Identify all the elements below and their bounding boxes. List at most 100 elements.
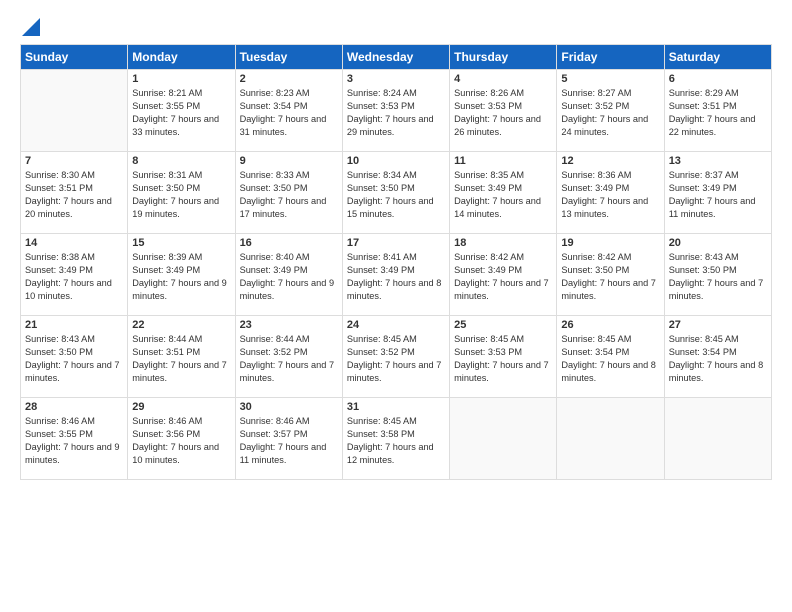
calendar-header-friday: Friday <box>557 45 664 70</box>
calendar-week-2: 14 Sunrise: 8:38 AM Sunset: 3:49 PM Dayli… <box>21 234 772 316</box>
calendar-cell: 21 Sunrise: 8:43 AM Sunset: 3:50 PM Dayli… <box>21 316 128 398</box>
day-info: Sunrise: 8:45 AM Sunset: 3:58 PM Dayligh… <box>347 415 445 467</box>
calendar-cell: 28 Sunrise: 8:46 AM Sunset: 3:55 PM Dayli… <box>21 398 128 480</box>
day-number: 31 <box>347 401 445 413</box>
day-info: Sunrise: 8:45 AM Sunset: 3:54 PM Dayligh… <box>669 333 767 385</box>
day-number: 8 <box>132 155 230 167</box>
calendar-week-1: 7Sunrise: 8:30 AM Sunset: 3:51 PM Daylig… <box>21 152 772 234</box>
day-info: Sunrise: 8:23 AM Sunset: 3:54 PM Dayligh… <box>240 87 338 139</box>
day-info: Sunrise: 8:33 AM Sunset: 3:50 PM Dayligh… <box>240 169 338 221</box>
calendar-cell: 25 Sunrise: 8:45 AM Sunset: 3:53 PM Dayli… <box>450 316 557 398</box>
calendar-cell <box>450 398 557 480</box>
calendar-cell: 24Sunrise: 8:45 AM Sunset: 3:52 PM Dayli… <box>342 316 449 398</box>
day-number: 25 <box>454 319 552 331</box>
calendar-cell: 5 Sunrise: 8:27 AM Sunset: 3:52 PM Daylig… <box>557 70 664 152</box>
day-info: Sunrise: 8:37 AM Sunset: 3:49 PM Dayligh… <box>669 169 767 221</box>
calendar-header-tuesday: Tuesday <box>235 45 342 70</box>
calendar-table: SundayMondayTuesdayWednesdayThursdayFrid… <box>20 44 772 480</box>
calendar-cell: 8 Sunrise: 8:31 AM Sunset: 3:50 PM Daylig… <box>128 152 235 234</box>
day-number: 18 <box>454 237 552 249</box>
calendar-cell: 20 Sunrise: 8:43 AM Sunset: 3:50 PM Dayli… <box>664 234 771 316</box>
day-info: Sunrise: 8:46 AM Sunset: 3:56 PM Dayligh… <box>132 415 230 467</box>
calendar-week-4: 28 Sunrise: 8:46 AM Sunset: 3:55 PM Dayli… <box>21 398 772 480</box>
calendar-header-sunday: Sunday <box>21 45 128 70</box>
day-info: Sunrise: 8:43 AM Sunset: 3:50 PM Dayligh… <box>669 251 767 303</box>
day-number: 11 <box>454 155 552 167</box>
calendar-cell: 10 Sunrise: 8:34 AM Sunset: 3:50 PM Dayli… <box>342 152 449 234</box>
day-info: Sunrise: 8:24 AM Sunset: 3:53 PM Dayligh… <box>347 87 445 139</box>
day-number: 12 <box>561 155 659 167</box>
day-number: 17 <box>347 237 445 249</box>
day-number: 9 <box>240 155 338 167</box>
day-number: 3 <box>347 73 445 85</box>
day-info: Sunrise: 8:38 AM Sunset: 3:49 PM Dayligh… <box>25 251 123 303</box>
day-info: Sunrise: 8:45 AM Sunset: 3:53 PM Dayligh… <box>454 333 552 385</box>
page: SundayMondayTuesdayWednesdayThursdayFrid… <box>0 0 792 612</box>
day-number: 10 <box>347 155 445 167</box>
day-info: Sunrise: 8:43 AM Sunset: 3:50 PM Dayligh… <box>25 333 123 385</box>
day-info: Sunrise: 8:36 AM Sunset: 3:49 PM Dayligh… <box>561 169 659 221</box>
day-number: 28 <box>25 401 123 413</box>
calendar-cell: 18 Sunrise: 8:42 AM Sunset: 3:49 PM Dayli… <box>450 234 557 316</box>
day-number: 2 <box>240 73 338 85</box>
calendar-cell: 16 Sunrise: 8:40 AM Sunset: 3:49 PM Dayli… <box>235 234 342 316</box>
day-info: Sunrise: 8:31 AM Sunset: 3:50 PM Dayligh… <box>132 169 230 221</box>
calendar-cell: 3 Sunrise: 8:24 AM Sunset: 3:53 PM Daylig… <box>342 70 449 152</box>
day-number: 30 <box>240 401 338 413</box>
day-info: Sunrise: 8:27 AM Sunset: 3:52 PM Dayligh… <box>561 87 659 139</box>
calendar-cell: 29 Sunrise: 8:46 AM Sunset: 3:56 PM Dayli… <box>128 398 235 480</box>
day-info: Sunrise: 8:42 AM Sunset: 3:50 PM Dayligh… <box>561 251 659 303</box>
day-info: Sunrise: 8:42 AM Sunset: 3:49 PM Dayligh… <box>454 251 552 303</box>
calendar-cell: 12 Sunrise: 8:36 AM Sunset: 3:49 PM Dayli… <box>557 152 664 234</box>
day-number: 20 <box>669 237 767 249</box>
calendar-header-saturday: Saturday <box>664 45 771 70</box>
day-info: Sunrise: 8:29 AM Sunset: 3:51 PM Dayligh… <box>669 87 767 139</box>
day-number: 24 <box>347 319 445 331</box>
calendar-cell: 30 Sunrise: 8:46 AM Sunset: 3:57 PM Dayli… <box>235 398 342 480</box>
calendar-cell: 1 Sunrise: 8:21 AM Sunset: 3:55 PM Daylig… <box>128 70 235 152</box>
calendar-cell <box>664 398 771 480</box>
day-number: 14 <box>25 237 123 249</box>
day-info: Sunrise: 8:46 AM Sunset: 3:55 PM Dayligh… <box>25 415 123 467</box>
calendar-week-3: 21 Sunrise: 8:43 AM Sunset: 3:50 PM Dayli… <box>21 316 772 398</box>
day-number: 16 <box>240 237 338 249</box>
day-number: 1 <box>132 73 230 85</box>
day-number: 15 <box>132 237 230 249</box>
day-number: 29 <box>132 401 230 413</box>
day-info: Sunrise: 8:46 AM Sunset: 3:57 PM Dayligh… <box>240 415 338 467</box>
day-info: Sunrise: 8:40 AM Sunset: 3:49 PM Dayligh… <box>240 251 338 303</box>
calendar-cell <box>557 398 664 480</box>
calendar-cell: 2 Sunrise: 8:23 AM Sunset: 3:54 PM Daylig… <box>235 70 342 152</box>
calendar-cell: 14 Sunrise: 8:38 AM Sunset: 3:49 PM Dayli… <box>21 234 128 316</box>
calendar-cell: 27Sunrise: 8:45 AM Sunset: 3:54 PM Dayli… <box>664 316 771 398</box>
day-number: 26 <box>561 319 659 331</box>
day-info: Sunrise: 8:21 AM Sunset: 3:55 PM Dayligh… <box>132 87 230 139</box>
calendar-cell: 22 Sunrise: 8:44 AM Sunset: 3:51 PM Dayli… <box>128 316 235 398</box>
day-info: Sunrise: 8:44 AM Sunset: 3:52 PM Dayligh… <box>240 333 338 385</box>
calendar-cell: 7Sunrise: 8:30 AM Sunset: 3:51 PM Daylig… <box>21 152 128 234</box>
header <box>20 18 772 36</box>
calendar-header-row: SundayMondayTuesdayWednesdayThursdayFrid… <box>21 45 772 70</box>
calendar-cell: 26Sunrise: 8:45 AM Sunset: 3:54 PM Dayli… <box>557 316 664 398</box>
day-number: 5 <box>561 73 659 85</box>
calendar-cell: 15Sunrise: 8:39 AM Sunset: 3:49 PM Dayli… <box>128 234 235 316</box>
day-info: Sunrise: 8:30 AM Sunset: 3:51 PM Dayligh… <box>25 169 123 221</box>
calendar-cell: 17Sunrise: 8:41 AM Sunset: 3:49 PM Dayli… <box>342 234 449 316</box>
calendar-cell: 11Sunrise: 8:35 AM Sunset: 3:49 PM Dayli… <box>450 152 557 234</box>
calendar-header-monday: Monday <box>128 45 235 70</box>
calendar-cell: 31 Sunrise: 8:45 AM Sunset: 3:58 PM Dayli… <box>342 398 449 480</box>
calendar-header-wednesday: Wednesday <box>342 45 449 70</box>
calendar-week-0: 1 Sunrise: 8:21 AM Sunset: 3:55 PM Daylig… <box>21 70 772 152</box>
day-info: Sunrise: 8:44 AM Sunset: 3:51 PM Dayligh… <box>132 333 230 385</box>
day-number: 13 <box>669 155 767 167</box>
day-info: Sunrise: 8:26 AM Sunset: 3:53 PM Dayligh… <box>454 87 552 139</box>
logo <box>20 18 40 36</box>
day-number: 22 <box>132 319 230 331</box>
calendar-cell: 9 Sunrise: 8:33 AM Sunset: 3:50 PM Daylig… <box>235 152 342 234</box>
day-number: 21 <box>25 319 123 331</box>
calendar-header-thursday: Thursday <box>450 45 557 70</box>
calendar-cell: 19Sunrise: 8:42 AM Sunset: 3:50 PM Dayli… <box>557 234 664 316</box>
day-info: Sunrise: 8:34 AM Sunset: 3:50 PM Dayligh… <box>347 169 445 221</box>
calendar-cell <box>21 70 128 152</box>
calendar-cell: 23Sunrise: 8:44 AM Sunset: 3:52 PM Dayli… <box>235 316 342 398</box>
